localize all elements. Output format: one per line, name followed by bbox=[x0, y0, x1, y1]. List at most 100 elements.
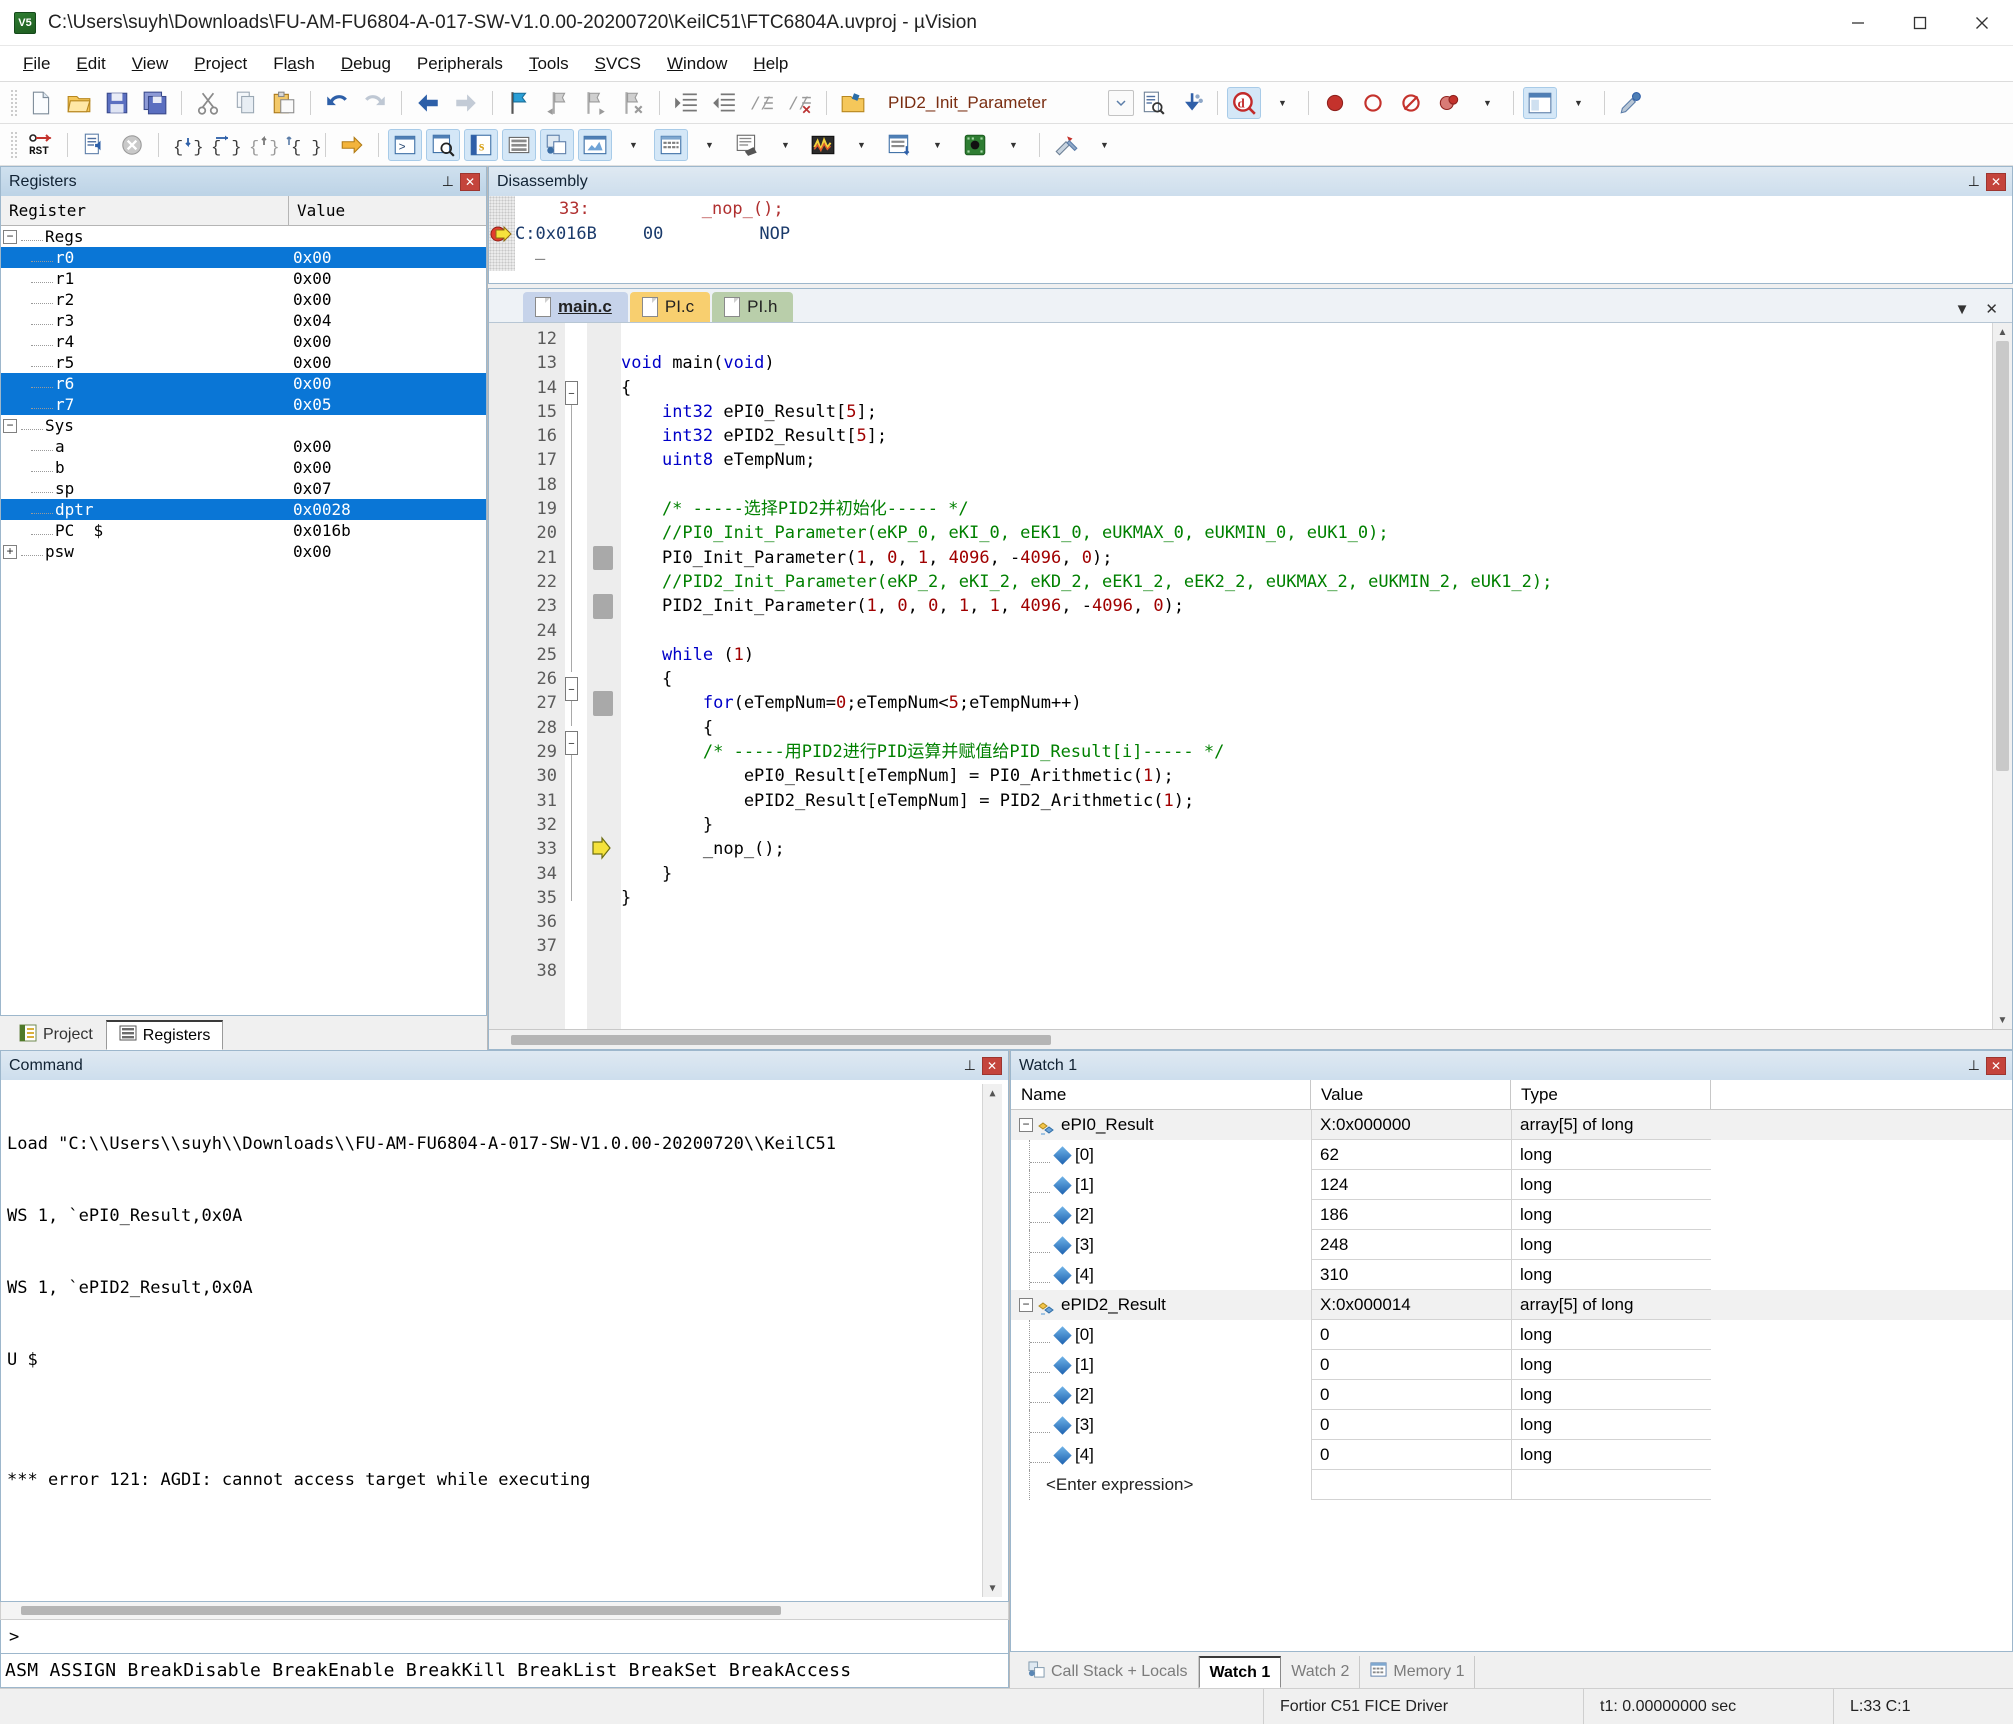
watch-row-value[interactable]: 62 bbox=[1311, 1140, 1511, 1170]
pin-icon[interactable]: ⊥ bbox=[1968, 173, 1980, 190]
toolbar-grip[interactable] bbox=[10, 130, 18, 159]
system-viewer-icon[interactable] bbox=[958, 129, 992, 161]
outdent-icon[interactable] bbox=[707, 87, 741, 119]
tab-watch-2[interactable]: Watch 2 bbox=[1281, 1656, 1361, 1688]
bookmark-next-icon[interactable] bbox=[578, 87, 612, 119]
menu-flash[interactable]: Flash bbox=[260, 50, 328, 78]
scroll-down-icon[interactable]: ▼ bbox=[983, 1579, 1002, 1597]
register-row-r3[interactable]: r3 0x04 bbox=[1, 310, 486, 331]
insert-template-icon[interactable] bbox=[1174, 87, 1208, 119]
column-type[interactable]: Type bbox=[1511, 1080, 1711, 1110]
watch-row[interactable]: − ePID2_Result X:0x000014 array[5] of long bbox=[1011, 1290, 2012, 1320]
symbols-window-icon[interactable]: s bbox=[464, 128, 498, 161]
bookmark-toggle-icon[interactable] bbox=[502, 87, 536, 119]
close-button[interactable] bbox=[1951, 0, 2013, 46]
command-vertical-scrollbar[interactable]: ▲ ▼ bbox=[982, 1084, 1002, 1597]
step-over-icon[interactable]: { } bbox=[206, 129, 242, 161]
trace-windows-icon[interactable] bbox=[882, 129, 916, 161]
open-file-icon[interactable] bbox=[62, 87, 96, 119]
watch-row[interactable]: <Enter expression> bbox=[1011, 1470, 2012, 1500]
register-row-pc[interactable]: PC $ 0x016b bbox=[1, 520, 486, 541]
column-value[interactable]: Value bbox=[289, 196, 486, 225]
menu-tools[interactable]: Tools bbox=[516, 50, 582, 78]
show-next-statement-icon[interactable] bbox=[335, 129, 369, 161]
watch-row[interactable]: [0] 0 long bbox=[1011, 1320, 2012, 1350]
expand-toggle-icon[interactable]: + bbox=[3, 544, 17, 559]
pin-icon[interactable]: ⊥ bbox=[1968, 1057, 1980, 1074]
editor-vertical-scrollbar[interactable]: ▲ ▼ bbox=[1992, 323, 2012, 1029]
editor-text-area[interactable]: 12 13 14 15 16 17 18 19 20 21 22 23 24 25 26 27 … bbox=[489, 323, 2012, 1029]
window-layout-icon[interactable] bbox=[1523, 86, 1557, 119]
menu-view[interactable]: View bbox=[119, 50, 182, 78]
reset-icon[interactable]: RST bbox=[24, 129, 58, 161]
breakpoint-marker[interactable] bbox=[593, 545, 613, 570]
watch-windows-icon[interactable] bbox=[578, 128, 612, 161]
watch-row[interactable]: − ePI0_Result X:0x000000 array[5] of long bbox=[1011, 1110, 2012, 1140]
registers-group-row[interactable]: − Sys bbox=[1, 415, 486, 436]
close-icon[interactable]: ✕ bbox=[1986, 1056, 2006, 1075]
tab-watch-1[interactable]: Watch 1 bbox=[1198, 1656, 1282, 1688]
bookmark-clear-icon[interactable] bbox=[616, 87, 650, 119]
command-output[interactable]: Load "C:\\Users\\suyh\\Downloads\\FU-AM-… bbox=[0, 1080, 1009, 1602]
new-file-icon[interactable] bbox=[24, 87, 58, 119]
tab-pi-h[interactable]: PI.h bbox=[712, 292, 794, 322]
indent-icon[interactable] bbox=[669, 87, 703, 119]
watch-dropdown-icon[interactable]: ▼ bbox=[616, 129, 650, 161]
command-input[interactable]: > bbox=[0, 1620, 1009, 1654]
watch-row[interactable]: [2] 0 long bbox=[1011, 1380, 2012, 1410]
memory-windows-icon[interactable] bbox=[654, 128, 688, 161]
register-row-r5[interactable]: r5 0x00 bbox=[1, 352, 486, 373]
register-row-a[interactable]: a 0x00 bbox=[1, 436, 486, 457]
close-icon[interactable]: ✕ bbox=[460, 172, 480, 191]
watch-row[interactable]: [2] 186 long bbox=[1011, 1200, 2012, 1230]
registers-group-row[interactable]: − Regs bbox=[1, 226, 486, 247]
editor-breakpoint-column[interactable] bbox=[587, 323, 621, 1029]
debug-dropdown-icon[interactable]: ▼ bbox=[1265, 87, 1299, 119]
tab-project[interactable]: Project bbox=[6, 1020, 106, 1050]
watch-row[interactable]: [4] 0 long bbox=[1011, 1440, 2012, 1470]
chevron-down-icon[interactable] bbox=[1108, 89, 1134, 116]
disassembly-window-icon[interactable] bbox=[426, 128, 460, 161]
scroll-up-icon[interactable]: ▲ bbox=[983, 1084, 1002, 1102]
watch-row-value[interactable] bbox=[1311, 1470, 1511, 1500]
uncomment-icon[interactable]: // bbox=[783, 87, 817, 119]
analysis-windows-icon[interactable] bbox=[806, 129, 840, 161]
watch-row-value[interactable]: 0 bbox=[1311, 1440, 1511, 1470]
collapse-toggle-icon[interactable]: − bbox=[3, 229, 17, 244]
menu-window[interactable]: Window bbox=[654, 50, 740, 78]
pin-icon[interactable]: ⊥ bbox=[964, 1057, 976, 1074]
register-row-b[interactable]: b 0x00 bbox=[1, 457, 486, 478]
cut-icon[interactable] bbox=[191, 87, 225, 119]
menu-edit[interactable]: Edit bbox=[63, 50, 118, 78]
navigate-forward-icon[interactable] bbox=[449, 87, 483, 119]
menu-svcs[interactable]: SVCS bbox=[582, 50, 654, 78]
registers-window-icon[interactable] bbox=[502, 128, 536, 161]
find-in-files-icon[interactable] bbox=[1136, 87, 1170, 119]
scroll-up-icon[interactable]: ▲ bbox=[1993, 323, 2012, 341]
debug-session-icon[interactable]: d bbox=[1227, 86, 1261, 119]
watch-row[interactable]: [3] 248 long bbox=[1011, 1230, 2012, 1260]
bookmark-prev-icon[interactable] bbox=[540, 87, 574, 119]
tab-main-c[interactable]: main.c bbox=[523, 292, 628, 322]
collapse-toggle-icon[interactable]: − bbox=[1019, 1118, 1033, 1132]
column-value[interactable]: Value bbox=[1311, 1080, 1511, 1110]
redo-icon[interactable] bbox=[358, 87, 392, 119]
call-stack-icon[interactable] bbox=[540, 128, 574, 161]
breakpoint-disable-icon[interactable] bbox=[1356, 87, 1390, 119]
configure-target-icon[interactable] bbox=[1614, 87, 1648, 119]
scroll-down-icon[interactable]: ▼ bbox=[1993, 1011, 2012, 1029]
column-name[interactable]: Name bbox=[1011, 1080, 1311, 1110]
system-viewer-dropdown-icon[interactable]: ▼ bbox=[996, 129, 1030, 161]
register-row-r6[interactable]: r6 0x00 bbox=[1, 373, 486, 394]
watch-row-value[interactable]: 248 bbox=[1311, 1230, 1511, 1260]
watch-row-value[interactable]: 0 bbox=[1311, 1410, 1511, 1440]
watch-row[interactable]: [4] 310 long bbox=[1011, 1260, 2012, 1290]
menu-project[interactable]: Project bbox=[181, 50, 260, 78]
tab-call-stack-locals[interactable]: Call Stack + Locals bbox=[1018, 1656, 1199, 1688]
tab-list-dropdown-icon[interactable]: ▼ bbox=[1955, 301, 1970, 318]
fold-toggle-icon[interactable]: − bbox=[565, 380, 578, 405]
maximize-button[interactable] bbox=[1889, 0, 1951, 46]
save-all-icon[interactable] bbox=[138, 87, 172, 119]
breakpoint-insert-icon[interactable] bbox=[1318, 87, 1352, 119]
breakpoint-marker[interactable] bbox=[593, 691, 613, 716]
